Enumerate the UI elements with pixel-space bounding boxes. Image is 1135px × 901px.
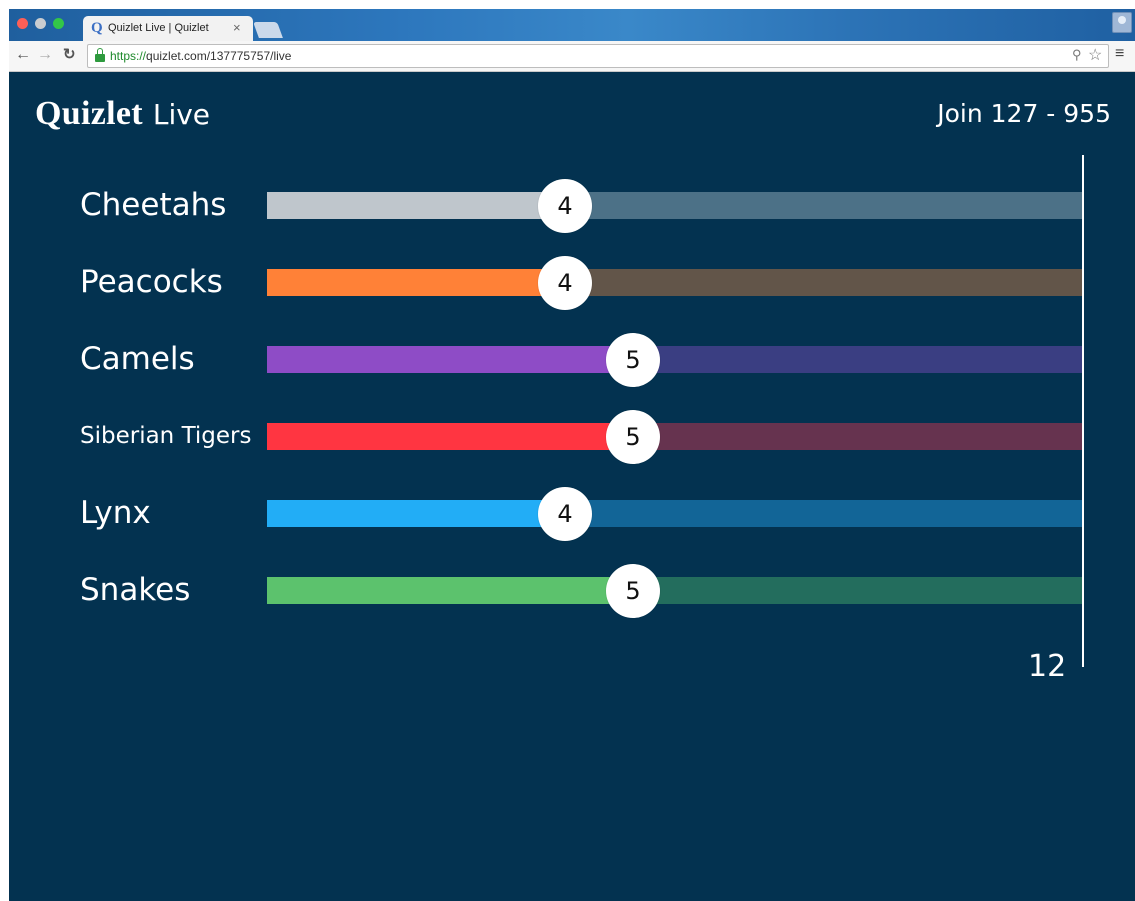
finish-line — [1082, 155, 1084, 667]
progress-fill — [267, 269, 565, 296]
progress-track: 4 — [267, 487, 1082, 541]
team-name: Lynx — [80, 495, 151, 531]
quizlet-live-logo: Quizlet Live — [35, 95, 210, 133]
goal-score: 12 — [1028, 649, 1067, 684]
score-bubble: 4 — [538, 487, 592, 541]
score-bubble: 5 — [606, 410, 660, 464]
forward-arrow-icon[interactable]: → — [37, 46, 53, 64]
tab-quizlet-live[interactable]: Q Quizlet Live | Quizlet × — [83, 16, 253, 41]
url-text[interactable]: https://quizlet.com/137775757/live — [110, 49, 291, 63]
url-path: quizlet.com/137775757/live — [146, 49, 292, 63]
team-name: Siberian Tigers — [80, 423, 252, 449]
progress-track: 4 — [267, 179, 1082, 233]
logo-product: Live — [152, 98, 211, 131]
logo-brand: Quizlet — [35, 95, 143, 132]
team-row: Peacocks 4 — [9, 252, 1135, 312]
team-row: Snakes 5 — [9, 560, 1135, 620]
new-tab-button[interactable] — [253, 22, 283, 38]
zoom-icon[interactable]: ⚲ — [1072, 47, 1082, 63]
progress-fill — [267, 500, 565, 527]
menu-icon[interactable]: ≡ — [1115, 45, 1124, 63]
progress-track: 5 — [267, 564, 1082, 618]
address-bar[interactable]: https://quizlet.com/137775757/live ⚲ ☆ — [87, 44, 1109, 68]
progress-track: 5 — [267, 410, 1082, 464]
tab-title: Quizlet Live | Quizlet — [108, 22, 209, 34]
score-bubble: 4 — [538, 256, 592, 310]
minimize-window-icon[interactable] — [35, 18, 46, 29]
tab-close-icon[interactable]: × — [233, 20, 241, 35]
tab-strip: Q Quizlet Live | Quizlet × — [9, 9, 1135, 41]
team-name: Snakes — [80, 572, 191, 608]
url-scheme: https:// — [110, 49, 147, 63]
progress-fill — [267, 577, 633, 604]
back-arrow-icon[interactable]: ← — [15, 46, 31, 64]
star-icon[interactable]: ☆ — [1088, 45, 1102, 65]
reload-icon[interactable]: ↻ — [63, 46, 76, 64]
team-row: Cheetahs 4 — [9, 175, 1135, 235]
progress-fill — [267, 192, 565, 219]
score-bubble: 4 — [538, 179, 592, 233]
join-code: Join 127 - 955 — [937, 99, 1111, 128]
profile-icon[interactable] — [1112, 12, 1132, 33]
team-name: Peacocks — [80, 264, 223, 300]
team-name: Camels — [80, 341, 195, 377]
team-row: Siberian Tigers 5 — [9, 406, 1135, 466]
team-name: Cheetahs — [80, 187, 227, 223]
browser-toolbar: ← → ↻ https://quizlet.com/137775757/live… — [9, 41, 1135, 72]
progress-fill — [267, 346, 633, 373]
team-row: Camels 5 — [9, 329, 1135, 389]
progress-fill — [267, 423, 633, 450]
team-row: Lynx 4 — [9, 483, 1135, 543]
close-window-icon[interactable] — [17, 18, 28, 29]
lock-icon — [95, 48, 105, 62]
maximize-window-icon[interactable] — [53, 18, 64, 29]
score-bubble: 5 — [606, 333, 660, 387]
score-bubble: 5 — [606, 564, 660, 618]
progress-track: 4 — [267, 256, 1082, 310]
quizlet-favicon-icon: Q — [91, 20, 103, 36]
progress-track: 5 — [267, 333, 1082, 387]
browser-window: Q Quizlet Live | Quizlet × ← → ↻ https:/… — [9, 9, 1135, 901]
